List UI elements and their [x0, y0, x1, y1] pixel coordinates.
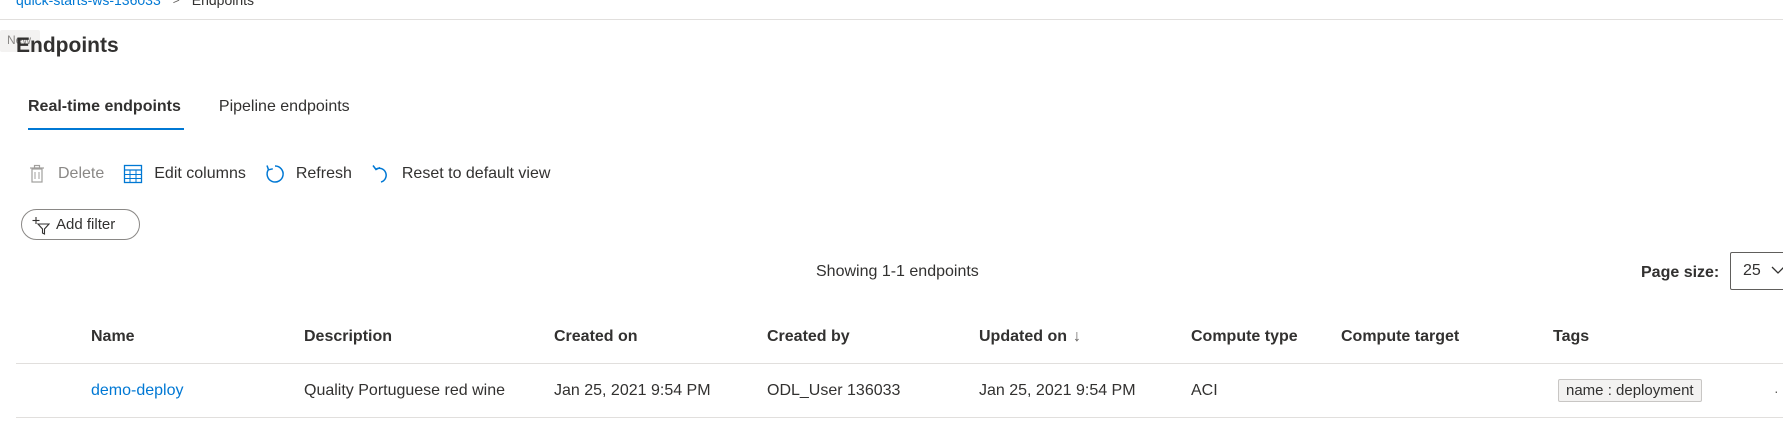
- sort-descending-icon: ↓: [1073, 327, 1081, 345]
- refresh-icon: [264, 163, 286, 185]
- add-filter-label: Add filter: [56, 216, 116, 233]
- header-divider: [0, 19, 1783, 20]
- trash-icon: [26, 163, 48, 185]
- tab-pipeline-endpoints[interactable]: Pipeline endpoints: [219, 98, 350, 129]
- page-size-dropdown[interactable]: 25: [1730, 252, 1783, 290]
- endpoint-updated-on: Jan 25, 2021 9:54 PM: [979, 381, 1136, 399]
- endpoint-description: Quality Portuguese red wine: [304, 381, 505, 399]
- column-header-compute-target[interactable]: Compute target: [1341, 310, 1459, 363]
- edit-columns-button[interactable]: Edit columns: [122, 163, 246, 185]
- toolbar: Delete Edit columns Refresh Reset to def…: [26, 163, 550, 185]
- column-header-description[interactable]: Description: [304, 310, 392, 363]
- tab-real-time-endpoints[interactable]: Real-time endpoints: [28, 98, 184, 130]
- breadcrumb-current: Endpoints: [191, 0, 255, 8]
- chevron-down-icon: [1771, 262, 1783, 280]
- endpoints-table: Name Description Created on Created by U…: [16, 310, 1783, 418]
- tag-badge: name : deployment: [1558, 379, 1702, 402]
- endpoint-created-on: Jan 25, 2021 9:54 PM: [554, 381, 711, 399]
- edit-columns-label: Edit columns: [154, 165, 246, 182]
- refresh-button[interactable]: Refresh: [264, 163, 352, 185]
- column-header-updated-on[interactable]: Updated on ↓: [979, 310, 1081, 363]
- column-header-tags[interactable]: Tags: [1553, 310, 1589, 363]
- page-size-value: 25: [1743, 262, 1761, 279]
- column-header-compute-type[interactable]: Compute type: [1191, 310, 1298, 363]
- page-title: Endpoints: [16, 34, 119, 57]
- column-header-name[interactable]: Name: [91, 310, 135, 363]
- results-count: Showing 1-1 endpoints: [816, 263, 979, 280]
- page-size-label: Page size:: [1641, 264, 1720, 281]
- add-filter-icon: [32, 215, 50, 235]
- updated-on-header-label: Updated on: [979, 327, 1067, 345]
- table-columns-icon: [122, 163, 144, 185]
- reset-view-label: Reset to default view: [401, 165, 551, 182]
- delete-label: Delete: [58, 165, 105, 182]
- delete-button[interactable]: Delete: [26, 163, 104, 185]
- undo-icon: [370, 163, 392, 185]
- more-tags-indicator: ·: [1774, 382, 1779, 399]
- table-row[interactable]: demo-deploy Quality Portuguese red wine …: [16, 364, 1783, 418]
- endpoint-created-by: ODL_User 136033: [767, 381, 901, 399]
- column-header-created-by[interactable]: Created by: [767, 310, 850, 363]
- add-filter-button[interactable]: Add filter: [21, 209, 140, 240]
- table-header: Name Description Created on Created by U…: [16, 310, 1783, 364]
- reset-view-button[interactable]: Reset to default view: [370, 163, 551, 185]
- endpoint-compute-type: ACI: [1191, 381, 1218, 399]
- breadcrumb-workspace-link[interactable]: quick-starts-ws-136033: [16, 0, 161, 8]
- column-header-created-on[interactable]: Created on: [554, 310, 638, 363]
- breadcrumb-separator: >: [172, 0, 180, 7]
- endpoint-tabs: Real-time endpoints Pipeline endpoints: [28, 98, 350, 130]
- refresh-label: Refresh: [295, 165, 352, 182]
- endpoint-name-link[interactable]: demo-deploy: [91, 382, 184, 400]
- breadcrumb: quick-starts-ws-136033 > Endpoints: [16, 0, 254, 10]
